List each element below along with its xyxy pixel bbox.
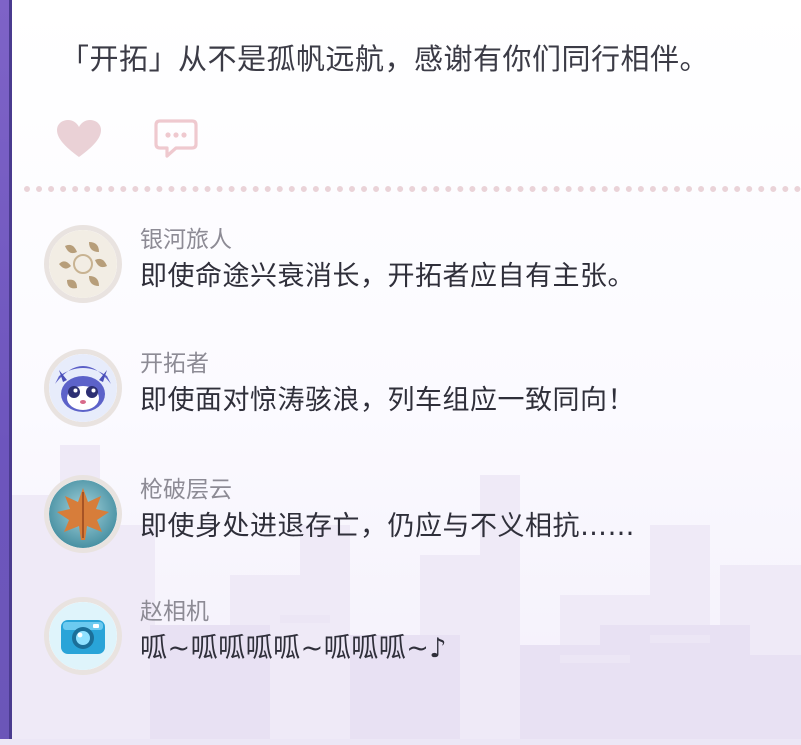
comment-item: 开拓者 即使面对惊涛骇浪，列车组应一致同向！: [44, 349, 635, 427]
commenter-name[interactable]: 开拓者: [140, 347, 635, 381]
heart-icon[interactable]: [56, 119, 102, 163]
comment-text: 即使身处进退存亡，仍应与不义相抗……: [140, 511, 635, 542]
comment-icon[interactable]: [154, 118, 198, 164]
comment-body: 开拓者 即使面对惊涛骇浪，列车组应一致同向！: [140, 347, 635, 421]
comment-item: 枪破层云 即使身处进退存亡，仍应与不义相抗……: [44, 475, 635, 553]
commenter-name[interactable]: 银河旅人: [140, 223, 635, 257]
comment-text: 即使命途兴衰消长，开拓者应自有主张。: [140, 261, 635, 292]
leaf-emblem-avatar[interactable]: [44, 225, 122, 303]
comment-item: 赵相机 呱~呱呱呱呱~呱呱呱~♪: [44, 597, 447, 675]
camera-avatar[interactable]: [44, 597, 122, 675]
comment-text: 即使面对惊涛骇浪，列车组应一致同向！: [140, 385, 635, 416]
left-accent-bar: [0, 0, 12, 745]
commenter-name[interactable]: 枪破层云: [140, 473, 635, 507]
comment-text: 呱~呱呱呱呱~呱呱呱~♪: [140, 633, 448, 664]
bottom-border: [0, 739, 801, 745]
pompom-avatar[interactable]: [44, 349, 122, 427]
moments-post-panel: 「开拓」从不是孤帆远航，感谢有你们同行相伴。 银河旅人 即使命途兴衰消长，开拓者…: [0, 0, 801, 745]
comment-body: 枪破层云 即使身处进退存亡，仍应与不义相抗……: [140, 473, 635, 547]
post-actions: [56, 118, 198, 164]
maple-leaf-avatar[interactable]: [44, 475, 122, 553]
dotted-divider: [24, 186, 801, 192]
commenter-name[interactable]: 赵相机: [140, 595, 447, 629]
post-text: 「开拓」从不是孤帆远航，感谢有你们同行相伴。: [60, 42, 710, 76]
comment-body: 银河旅人 即使命途兴衰消长，开拓者应自有主张。: [140, 223, 635, 297]
comment-item: 银河旅人 即使命途兴衰消长，开拓者应自有主张。: [44, 225, 635, 303]
comment-body: 赵相机 呱~呱呱呱呱~呱呱呱~♪: [140, 595, 447, 669]
